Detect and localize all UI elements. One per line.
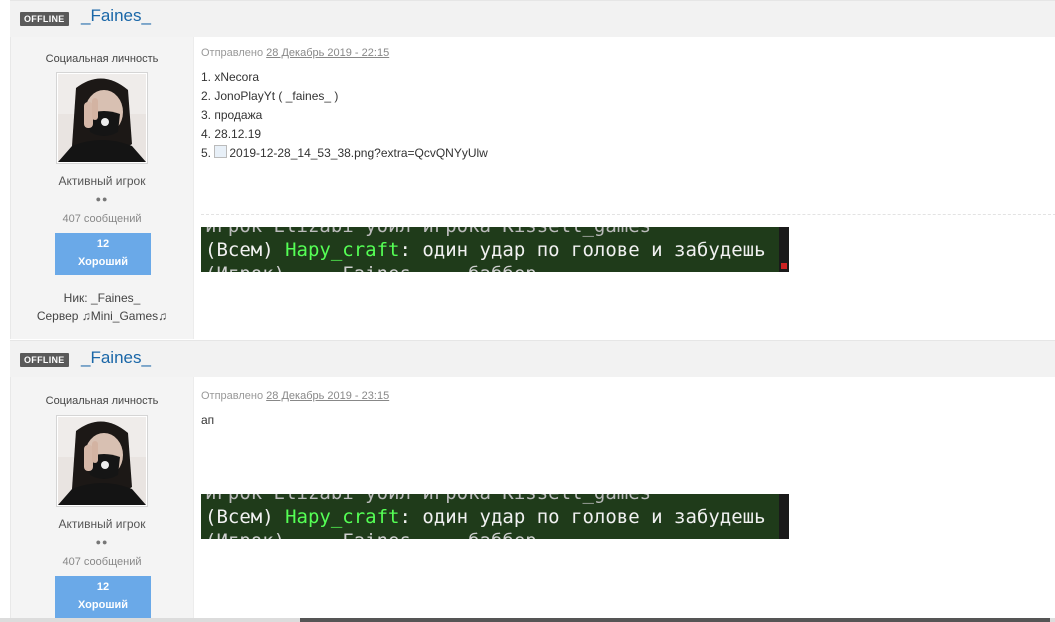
reputation-value: 12	[96, 238, 110, 250]
post-content: ап	[201, 411, 214, 430]
author-link[interactable]: _Faines_	[81, 6, 151, 26]
scrollbar-thumb[interactable]	[300, 618, 1050, 622]
post-date-link[interactable]: 28 Декабрь 2019 - 22:15	[266, 47, 389, 59]
signature-image: игрок Elizabi убил игрока Kissell_games …	[201, 227, 789, 272]
avatar[interactable]	[56, 415, 148, 507]
broken-image-alt[interactable]: 2019-12-28_14_53_38.png?extra=QcvQNYyUlw	[229, 146, 488, 160]
post-meta: Отправлено 28 Декабрь 2019 - 22:15	[201, 47, 389, 59]
signature-bottom-line: (Игрок) ... Faines ... баббер	[205, 263, 537, 272]
post-count: 407 сообщений	[62, 556, 142, 568]
reputation-box[interactable]: 12 Хороший	[55, 233, 151, 275]
server-info: Сервер ♫Mini_Games♫	[36, 309, 168, 323]
content-line: 1. xNecora	[201, 70, 260, 84]
author-link[interactable]: _Faines_	[81, 348, 151, 368]
broken-image-icon[interactable]	[214, 145, 228, 158]
reputation-box[interactable]: 12 Хороший	[55, 576, 151, 618]
signature-main-line: (Всем) Hapy_craft: один удар по голове и…	[205, 239, 766, 261]
post-header: OFFLINE _Faines_	[10, 340, 1055, 378]
status-badge: OFFLINE	[20, 12, 69, 26]
nick-info: Ник: _Faines_	[63, 291, 141, 305]
signature-scrollbar	[779, 494, 789, 539]
post-content: 1. xNecora 2. JonoPlayYt ( _faines_ ) 3.…	[201, 68, 488, 163]
content-line: 3. продажа	[201, 108, 263, 122]
status-badge: OFFLINE	[20, 353, 69, 367]
user-rank: Активный игрок	[58, 174, 146, 188]
signature-top-line: игрок Elizabi убил игрока Kissell_games	[205, 227, 651, 237]
content-line: 4. 28.12.19	[201, 127, 262, 141]
user-title: Социальная личность	[45, 395, 159, 407]
author-panel: Социальная личность Активный игрок ●● 40…	[11, 37, 194, 339]
author-panel: Социальная личность Активный игрок ●● 40…	[11, 377, 194, 622]
content-line: ап	[201, 413, 215, 427]
signature-red-marker	[781, 263, 787, 269]
sent-label: Отправлено	[201, 47, 264, 59]
signature-top-line: игрок Elizabi убил игрока Kissell_games	[205, 494, 651, 504]
rank-dots: ●●	[95, 537, 109, 547]
post-body: Социальная личность Активный игрок ●● 40…	[10, 377, 1055, 622]
avatar[interactable]	[56, 72, 148, 164]
horizontal-scrollbar[interactable]	[0, 618, 1055, 622]
post-date-link[interactable]: 28 Декабрь 2019 - 23:15	[266, 390, 389, 402]
post-count: 407 сообщений	[62, 213, 142, 225]
reputation-label: Хороший	[77, 599, 129, 611]
content-line-image: 5. 2019-12-28_14_53_38.png?extra=QcvQNYy…	[201, 145, 488, 160]
content-line: 2. JonoPlayYt ( _faines_ )	[201, 89, 339, 103]
user-title: Социальная личность	[45, 53, 159, 65]
signature-main-line: (Всем) Hapy_craft: один удар по голове и…	[205, 506, 766, 528]
post-meta: Отправлено 28 Декабрь 2019 - 23:15	[201, 390, 389, 402]
signature-divider	[201, 214, 1055, 215]
signature-bottom-line: (Игрок) ... Faines ... баббер	[205, 530, 537, 539]
post-header: OFFLINE _Faines_	[10, 0, 1055, 38]
avatar-image	[58, 74, 146, 162]
rank-dots: ●●	[95, 194, 109, 204]
post-body: Социальная личность Активный игрок ●● 40…	[10, 37, 1055, 339]
signature-image: игрок Elizabi убил игрока Kissell_games …	[201, 494, 789, 539]
reputation-label: Хороший	[77, 256, 129, 268]
reputation-value: 12	[96, 581, 110, 593]
sent-label: Отправлено	[201, 390, 264, 402]
avatar-image	[58, 417, 146, 505]
user-rank: Активный игрок	[58, 517, 146, 531]
